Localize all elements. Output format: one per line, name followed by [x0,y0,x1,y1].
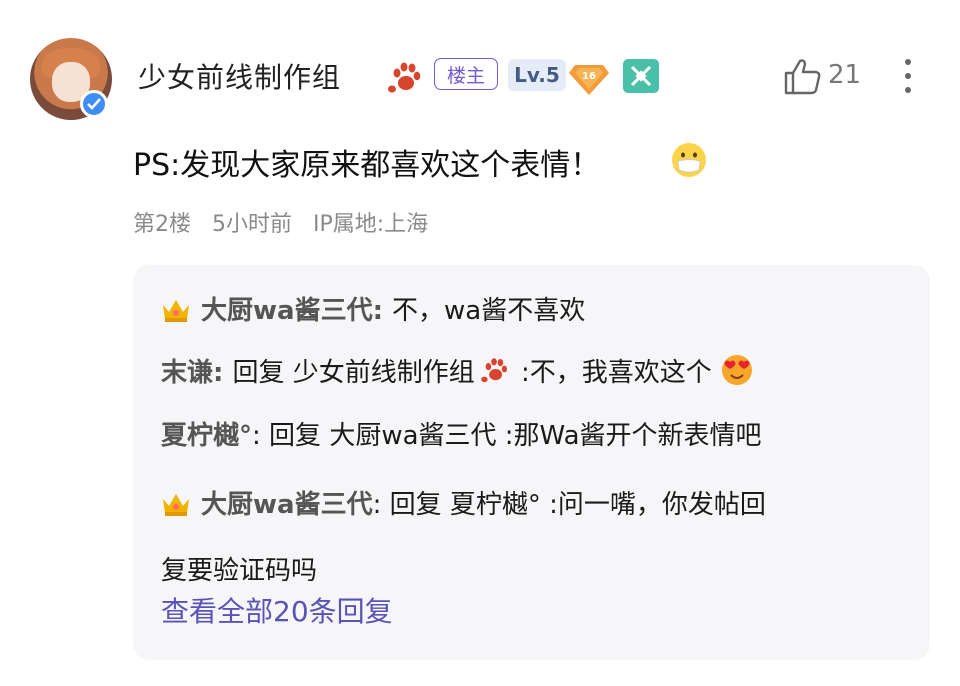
reply-target[interactable]: 少女前线制作组 [293,358,475,388]
more-options-icon[interactable] [899,56,917,96]
reply-item[interactable]: 大厨wa酱三代: 不，wa酱不喜欢 [161,280,585,346]
reply-author[interactable]: 夏柠樾° [161,421,252,451]
view-all-replies-link[interactable]: 查看全部20条回复 [161,590,393,630]
level-gem-icon: 16 [569,61,609,99]
reply-item[interactable]: 大厨wa酱三代: 回复 夏柠樾° :问一嘴，你发帖回 复要验证码吗 [161,474,901,602]
paw-icon [384,56,424,100]
reply-word: 回复 [232,358,285,388]
heart-eyes-emoji-icon [720,348,754,410]
paw-icon [477,346,511,408]
reply-item[interactable]: 末谦: 回复 少女前线制作组 :不，我喜欢这个 [161,342,754,410]
mask-emoji-icon [670,141,708,183]
reply-text: 不，wa酱不喜欢 [392,296,586,326]
reply-author[interactable]: 大厨wa酱三代 [201,490,373,520]
time-label: 5小时前 [212,212,292,237]
game-badge-icon [623,59,659,93]
reply-word: 回复 [389,490,442,520]
thumbs-up-icon[interactable] [782,56,822,96]
crown-icon [161,284,191,346]
floor-label: 第2楼 [133,212,191,237]
level-gem-number: 16 [582,71,596,82]
reply-target[interactable]: 夏柠樾° [450,490,541,520]
reply-word: 回复 [269,421,322,451]
verified-icon [80,90,108,118]
reply-text: :不，我喜欢这个 [521,358,712,388]
reply-box: 大厨wa酱三代: 不，wa酱不喜欢 末谦: 回复 少女前线制作组 :不，我喜欢这… [133,265,930,660]
like-count: 21 [828,60,862,90]
username[interactable]: 少女前线制作组 [138,56,341,96]
post-meta: 第2楼 5小时前 IP属地:上海 [133,206,442,238]
reply-text: :问一嘴，你发帖回 [549,490,766,520]
owner-badge: 楼主 [434,58,498,90]
reply-author[interactable]: 末谦 [161,358,213,388]
crown-icon [161,478,191,540]
reply-text-cont: 复要验证码吗 [161,556,318,586]
reply-target[interactable]: 大厨wa酱三代 [329,421,496,451]
post-text: PS:发现大家原来都喜欢这个表情！ [133,148,601,183]
reply-item[interactable]: 夏柠樾°: 回复 大厨wa酱三代 :那Wa酱开个新表情吧 [161,405,762,467]
level-badge: Lv.5 [508,59,566,91]
ip-label: IP属地:上海 [313,212,429,237]
reply-text: :那Wa酱开个新表情吧 [504,421,762,451]
reply-author[interactable]: 大厨wa酱三代 [201,296,373,326]
